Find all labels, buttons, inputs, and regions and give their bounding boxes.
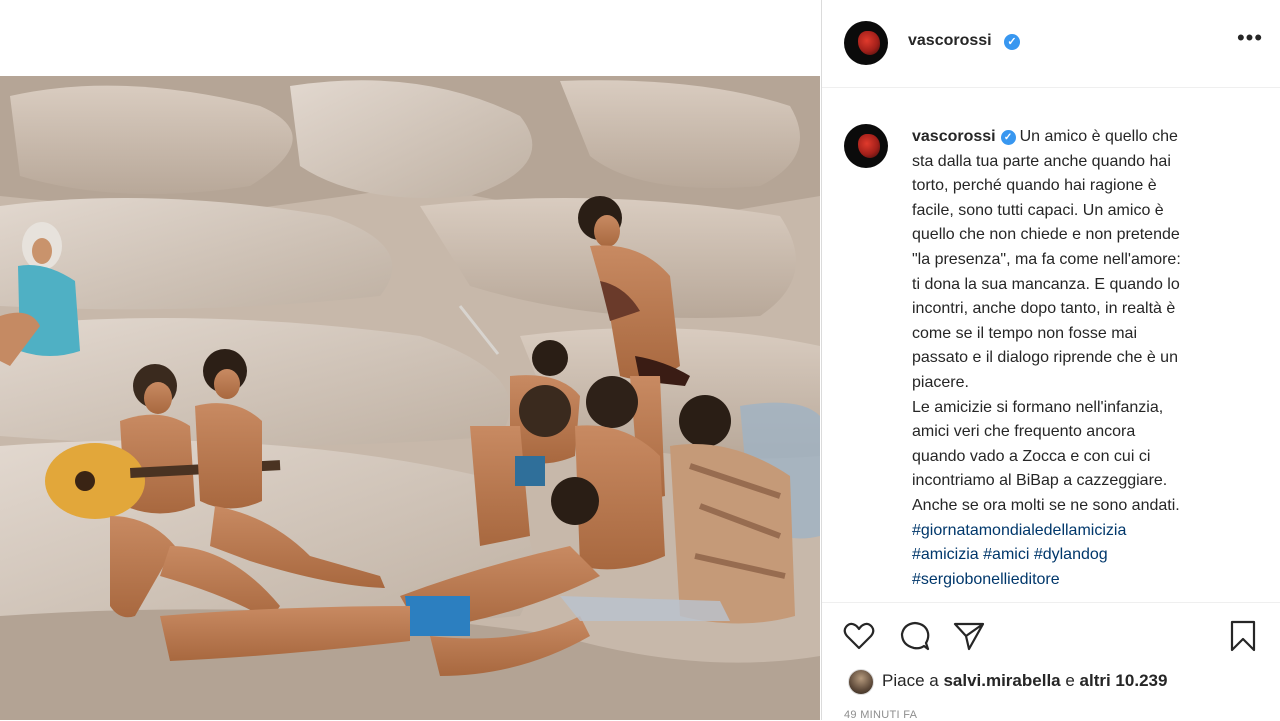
header-username[interactable]: vascorossi <box>908 32 992 50</box>
caption-line: Anche se ora molti se ne sono andati. <box>912 496 1180 514</box>
post-photo[interactable] <box>0 76 820 720</box>
caption-line-0: vascorossi ✓ Un amico è quello che <box>912 125 1252 150</box>
caption-line: sta dalla tua parte anche quando hai <box>912 152 1171 170</box>
caption-line: quello che non chiede e non pretende <box>912 226 1180 244</box>
comment-icon[interactable] <box>898 619 932 653</box>
caption-line: Le amicizie si formano nell'infanzia, <box>912 398 1164 416</box>
caption-line: incontriamo al BiBap a cazzeggiare. <box>912 472 1168 490</box>
caption-line: passato e il dialogo riprende che è un <box>912 349 1178 367</box>
caption-line: quando vado a Zocca e con cui ci <box>912 447 1151 465</box>
hashtag-line: #amicizia #amici #dylandog <box>912 543 1252 568</box>
heart-icon[interactable] <box>842 619 876 653</box>
caption-line: torto, perché quando hai ragione è <box>912 177 1157 195</box>
hashtag-link[interactable]: #amicizia <box>912 546 979 563</box>
caption-line: piacere. <box>912 373 969 391</box>
verified-badge-icon: ✓ <box>1004 34 1020 50</box>
caption-username[interactable]: vascorossi <box>912 128 996 145</box>
liker-avatar[interactable] <box>848 669 874 695</box>
post-caption: vascorossi ✓ Un amico è quello che sta dal… <box>912 125 1252 592</box>
top-blank-area <box>0 0 820 76</box>
caption-line: amici veri che frequento ancora <box>912 423 1136 441</box>
hashtag-link[interactable]: #giornatamondialedellamicizia <box>912 522 1126 539</box>
likes-prefix: Piace a <box>882 671 944 690</box>
caption-verified-badge-icon: ✓ <box>1000 130 1016 145</box>
caption-line: incontri, anche dopo tanto, in realtà è <box>912 300 1176 318</box>
caption-text: Un amico è quello che <box>1019 128 1178 145</box>
post-photo-illustration <box>0 76 820 720</box>
post-timestamp[interactable]: 49 MINUTI FA <box>844 709 917 721</box>
hashtag-link[interactable]: #sergiobonellieditore <box>912 571 1060 588</box>
likes-middle: e <box>1060 671 1080 690</box>
caption-line: facile, sono tutti capaci. Un amico è <box>912 201 1164 219</box>
likes-count-link[interactable]: altri 10.239 <box>1080 671 1168 690</box>
post-sidebar: vascorossi ✓ ••• vascorossi ✓ Un amico è q… <box>821 0 1280 721</box>
likes-summary: Piace a salvi.mirabella e altri 10.239 <box>882 671 1167 691</box>
caption-avatar[interactable] <box>844 124 888 168</box>
hashtag-line: #sergiobonellieditore <box>912 568 1252 593</box>
caption-line: ti dona la sua mancanza. E quando lo <box>912 275 1180 293</box>
bookmark-icon[interactable] <box>1226 619 1260 653</box>
more-options-icon[interactable]: ••• <box>1236 27 1264 54</box>
liker-username[interactable]: salvi.mirabella <box>943 671 1060 690</box>
hashtag-link[interactable]: #dylandog <box>1034 546 1108 563</box>
post-header: vascorossi ✓ ••• <box>822 0 1280 88</box>
post-actions: Piace a salvi.mirabella e altri 10.239 4… <box>822 602 1280 721</box>
hashtag-line: #giornatamondialedellamicizia <box>912 519 1252 544</box>
hashtag-link[interactable]: #amici <box>983 546 1029 563</box>
caption-line: come se il tempo non fosse mai <box>912 324 1137 342</box>
caption-line: "la presenza", ma fa come nell'amore: <box>912 250 1181 268</box>
paper-plane-icon[interactable] <box>952 619 986 653</box>
profile-avatar[interactable] <box>844 21 888 65</box>
